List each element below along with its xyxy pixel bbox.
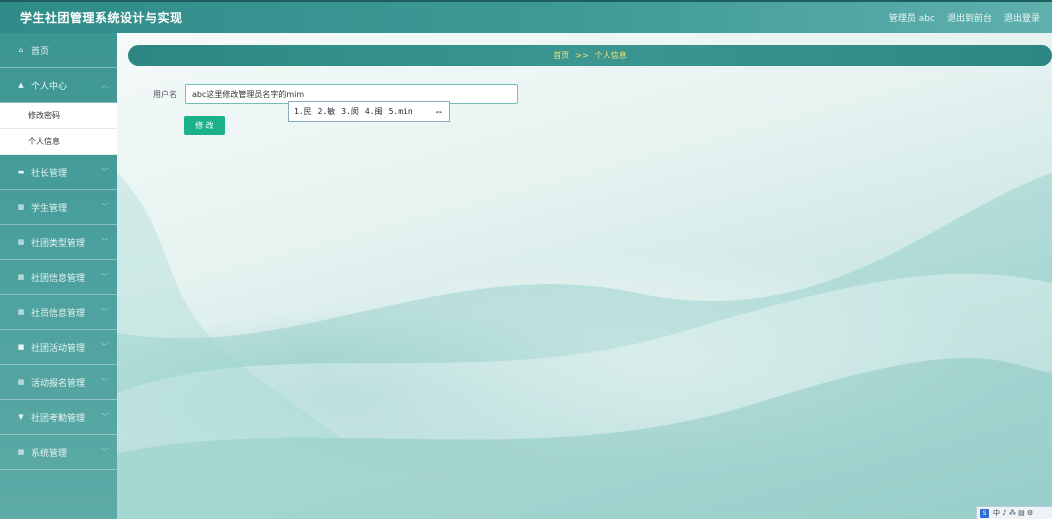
personal-center-submenu: 修改密码 个人信息 xyxy=(0,103,117,155)
trophy-icon: ▼ xyxy=(18,413,24,421)
username-label: 用户名 xyxy=(153,89,177,99)
home-icon: ⌂ xyxy=(18,46,24,54)
ime-toolbar[interactable]: 中 ♪ ⁂ ▤ ⚙ xyxy=(993,508,1033,518)
chevron-up-icon: ︿ xyxy=(101,81,108,89)
grid-icon: ▦ xyxy=(17,238,25,246)
chevron-down-icon: ﹀ xyxy=(101,238,108,246)
sidebar-item-attendance[interactable]: ▼ 社团考勤管理 ﹀ xyxy=(0,400,117,435)
chevron-down-icon: ﹀ xyxy=(101,343,108,351)
sidebar-item-president[interactable]: ▬ 社长管理 ﹀ xyxy=(0,155,117,190)
main-content: 首页 >> 个人信息 用户名 1.民 2.敏 3.闵 4.闽 5.min ◂▸ … xyxy=(117,33,1052,519)
grid-icon: ▦ xyxy=(17,308,25,316)
ime-candidate[interactable]: 4.闽 xyxy=(365,106,383,117)
back-to-front-link[interactable]: 退出到前台 xyxy=(947,11,992,24)
chevron-down-icon: ﹀ xyxy=(101,168,108,176)
logout-link[interactable]: 退出登录 xyxy=(1004,11,1040,24)
sidebar-item-label: 社团信息管理 xyxy=(31,273,86,284)
breadcrumb-home-link[interactable]: 首页 xyxy=(553,50,569,61)
ime-logo-icon[interactable]: S xyxy=(980,508,989,518)
breadcrumb-current: 个人信息 xyxy=(594,51,627,60)
chevron-down-icon: ﹀ xyxy=(101,378,108,386)
chevron-down-icon: ﹀ xyxy=(101,448,108,456)
sidebar-item-label: 活动报名管理 xyxy=(31,378,86,389)
sidebar-item-club-type[interactable]: ▦ 社团类型管理 ﹀ xyxy=(0,225,117,260)
grid-icon: ▦ xyxy=(17,448,25,456)
app-title: 学生社团管理系统设计与实现 xyxy=(20,11,183,25)
ime-candidate-popup: 1.民 2.敏 3.闵 4.闽 5.min ◂▸ xyxy=(288,101,450,122)
sidebar-item-label: 系统管理 xyxy=(31,448,68,459)
submit-button[interactable]: 修 改 xyxy=(184,116,225,135)
chevron-down-icon: ﹀ xyxy=(101,308,108,316)
sidebar-item-label: 社团考勤管理 xyxy=(31,413,86,424)
sidebar-item-label: 社长管理 xyxy=(31,168,68,179)
ime-candidate[interactable]: 1.民 xyxy=(294,106,312,117)
chevron-down-icon: ﹀ xyxy=(101,203,108,211)
sidebar-item-student[interactable]: ▦ 学生管理 ﹀ xyxy=(0,190,117,225)
sidebar-item-personal-center[interactable]: ▲ 个人中心 ︿ xyxy=(0,68,117,103)
sidebar-item-activity-signup[interactable]: ▦ 活动报名管理 ﹀ xyxy=(0,365,117,400)
admin-label: 管理员 abc xyxy=(888,14,935,24)
grid-icon: ▦ xyxy=(17,378,25,386)
grid-icon: ▦ xyxy=(17,203,25,211)
sidebar-item-label: 社员信息管理 xyxy=(31,308,86,319)
sidebar-item-label: 学生管理 xyxy=(31,203,68,214)
breadcrumb-separator: >> xyxy=(575,51,589,60)
background-wave xyxy=(117,173,1052,519)
sidebar: ⌂ 首页 ▲ 个人中心 ︿ 修改密码 个人信息 ▬ 社长管理 ﹀ ▦ 学生管理 … xyxy=(0,33,117,519)
grid-icon: ▦ xyxy=(17,273,25,281)
sidebar-item-label: 社团活动管理 xyxy=(31,343,86,354)
sidebar-item-club-activity[interactable]: ■ 社团活动管理 ﹀ xyxy=(0,330,117,365)
submenu-item-change-password[interactable]: 修改密码 xyxy=(0,103,117,129)
chevron-down-icon: ﹀ xyxy=(101,273,108,281)
user-icon: ▲ xyxy=(18,81,24,89)
ime-candidate[interactable]: 3.闵 xyxy=(341,106,359,117)
top-bar: 学生社团管理系统设计与实现 管理员 abc 退出到前台 退出登录 xyxy=(0,0,1052,33)
sidebar-item-label: 首页 xyxy=(31,46,50,57)
ime-candidate[interactable]: 2.敏 xyxy=(318,106,336,117)
clipboard-icon: ■ xyxy=(17,343,25,351)
sidebar-item-member-info[interactable]: ▦ 社员信息管理 ﹀ xyxy=(0,295,117,330)
submenu-item-personal-info[interactable]: 个人信息 xyxy=(0,129,117,155)
sidebar-item-club-info[interactable]: ▦ 社团信息管理 ﹀ xyxy=(0,260,117,295)
sidebar-item-home[interactable]: ⌂ 首页 xyxy=(0,33,117,68)
chevron-down-icon: ﹀ xyxy=(101,413,108,421)
breadcrumb: 首页 >> 个人信息 xyxy=(128,45,1052,66)
sidebar-item-label: 个人中心 xyxy=(31,81,68,92)
sidebar-item-system[interactable]: ▦ 系统管理 ﹀ xyxy=(0,435,117,470)
top-actions: 管理员 abc 退出到前台 退出登录 xyxy=(889,11,1040,24)
system-tray: S 中 ♪ ⁂ ▤ ⚙ xyxy=(976,506,1052,519)
monitor-icon: ▬ xyxy=(17,168,25,176)
ime-candidate[interactable]: 5.min xyxy=(389,107,413,116)
ime-page-arrows-icon[interactable]: ◂▸ xyxy=(435,108,443,116)
sidebar-item-label: 社团类型管理 xyxy=(31,238,86,249)
